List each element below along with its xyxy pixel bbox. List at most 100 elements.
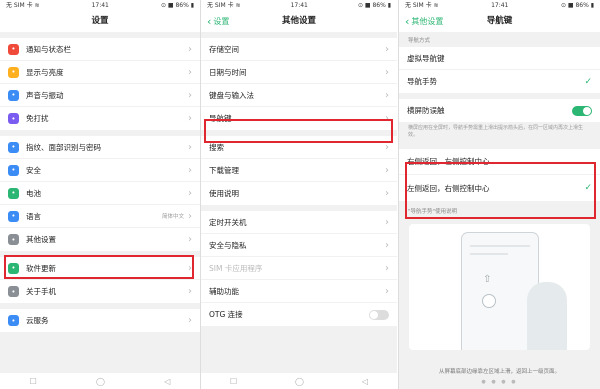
placeholder-line [470, 253, 508, 255]
menu-key-icon[interactable]: ☐ [30, 377, 37, 386]
home-key-icon[interactable]: ◯ [96, 377, 105, 386]
nav-mode-group: 虚拟导航键 导航手势 ✓ [399, 47, 600, 93]
sun-icon: • [8, 66, 19, 78]
chevron-right-icon: › [385, 141, 389, 153]
back-button[interactable]: ‹ 设置 [207, 11, 229, 32]
settings-item[interactable]: • 关于手机 › [0, 280, 200, 303]
settings-item[interactable]: • 语言 简体中文 › [0, 205, 200, 228]
settings-item[interactable]: 下载管理 › [201, 159, 397, 182]
settings-item[interactable]: • 免打扰 › [0, 107, 200, 130]
settings-item[interactable]: • 其他设置 › [0, 228, 200, 251]
chevron-right-icon: › [385, 188, 389, 199]
touch-point-icon [482, 294, 496, 308]
settings-item[interactable]: OTG 连接 [201, 303, 397, 326]
settings-item-label: 其他设置 [26, 235, 56, 244]
settings-item-label: 指纹、面部识别与密码 [26, 142, 101, 152]
battery-icon: • [8, 187, 19, 199]
settings-item-value: 简体中文 [161, 214, 184, 220]
chevron-right-icon: › [188, 164, 192, 176]
chevron-right-icon: › [188, 89, 192, 101]
chevron-right-icon: › [385, 164, 389, 176]
highlight-box [405, 162, 596, 219]
gear-icon: • [8, 234, 19, 245]
page-title: 设置 [0, 11, 200, 32]
settings-item[interactable]: • 显示与亮度 › [0, 61, 200, 84]
chevron-right-icon: › [188, 286, 192, 297]
chevron-left-icon: ‹ [207, 15, 212, 28]
settings-item[interactable]: 辅助功能 › [201, 280, 397, 303]
settings-item-label: OTG 连接 [209, 310, 243, 319]
settings-item-label: 搜索 [209, 142, 224, 152]
settings-item[interactable]: • 安全 › [0, 159, 200, 182]
settings-item-label: 存储空间 [209, 44, 239, 54]
settings-item[interactable]: • 电池 › [0, 182, 200, 205]
back-key-icon[interactable]: ◁ [164, 377, 170, 386]
highlight-box [204, 119, 393, 143]
carrier-text: 无 SIM 卡 ≋ [405, 2, 439, 9]
option-virtual-keys[interactable]: 虚拟导航键 [399, 47, 600, 70]
settings-item[interactable]: 安全与隐私 › [201, 234, 397, 257]
settings-item-label: SIM 卡应用程序 [209, 263, 263, 273]
system-nav-bar: ☐ ◯ ◁ [201, 373, 397, 389]
chevron-right-icon: › [188, 210, 192, 222]
cloud-icon: • [8, 315, 19, 326]
settings-item-label: 日期与时间 [209, 67, 247, 77]
settings-list: • 通知与状态栏 › • 显示与亮度 › • 声音与振动 › • 免打扰 › • 指纹、面部识别与密码 › •… [0, 38, 200, 332]
settings-item-label: 辅助功能 [209, 286, 239, 296]
settings-item[interactable]: • 声音与振动 › [0, 84, 200, 107]
chevron-right-icon: › [385, 66, 389, 78]
header: ‹ 其他设置 导航键 [399, 11, 600, 32]
settings-group: • 通知与状态栏 › • 显示与亮度 › • 声音与振动 › • 免打扰 › [0, 38, 200, 130]
settings-item-label: 安全与隐私 [209, 240, 247, 250]
chevron-right-icon: › [385, 285, 389, 297]
chevron-right-icon: › [385, 262, 389, 274]
chevron-right-icon: › [385, 43, 389, 55]
settings-item-label: 免打扰 [26, 114, 49, 123]
system-nav-bar: ☐ ◯ ◁ [0, 373, 200, 389]
moon-icon: • [8, 113, 19, 124]
settings-item[interactable]: • 云服务 › [0, 309, 200, 332]
status-bar: 无 SIM 卡 ≋ 17:41 ⊙ ■ 86% ▮ [0, 0, 200, 11]
otg-toggle[interactable] [369, 309, 389, 320]
other-settings-panel: 无 SIM 卡 ≋ 17:41 ⊙ ■ 86% ▮ ‹ 设置 其他设置 存储空间 ›… [201, 0, 397, 389]
settings-item[interactable]: 日期与时间 › [201, 61, 397, 84]
toggle-knob [583, 106, 591, 115]
info-icon: • [8, 286, 19, 297]
back-button[interactable]: ‹ 其他设置 [405, 11, 443, 32]
gesture-illustration: ⇧ [409, 224, 590, 350]
settings-item-label: 下载管理 [209, 165, 239, 175]
settings-item[interactable]: 存储空间 › [201, 38, 397, 61]
settings-item-label: 关于手机 [26, 287, 56, 296]
menu-key-icon[interactable]: ☐ [230, 377, 237, 386]
settings-item[interactable]: 使用说明 › [201, 182, 397, 205]
page-indicator: ● ● ● ● [481, 379, 518, 385]
anti-touch-toggle[interactable] [572, 105, 592, 116]
clock: 17:41 [491, 2, 509, 9]
option-label: 虚拟导航键 [407, 53, 445, 63]
back-label: 设置 [213, 17, 230, 26]
settings-item-label: 声音与振动 [26, 90, 64, 100]
page-title: 导航键 [486, 16, 513, 26]
status-bar: 无 SIM 卡 ≋ 17:41 ⊙ ■ 86% ▮ [201, 0, 397, 11]
back-key-icon[interactable]: ◁ [362, 377, 368, 386]
home-key-icon[interactable]: ◯ [295, 377, 304, 386]
chevron-left-icon: ‹ [405, 15, 410, 28]
header: ‹ 设置 其他设置 [201, 11, 397, 32]
settings-item[interactable]: SIM 卡应用程序 › [201, 257, 397, 280]
chevron-right-icon: › [188, 234, 192, 245]
settings-item[interactable]: • 指纹、面部识别与密码 › [0, 136, 200, 159]
back-label: 其他设置 [411, 17, 444, 26]
chevron-right-icon: › [385, 89, 389, 101]
settings-item-label: 定时开关机 [209, 217, 247, 227]
option-gesture[interactable]: 导航手势 ✓ [399, 70, 600, 93]
settings-item[interactable]: 定时开关机 › [201, 211, 397, 234]
anti-touch-row[interactable]: 横屏防误触 [399, 99, 600, 122]
gesture-caption: 从屏幕底部边缘靠左区域上滑，返回上一级页面。 [438, 369, 560, 375]
chevron-right-icon: › [385, 216, 389, 228]
settings-item-label: 显示与亮度 [26, 67, 64, 77]
settings-item[interactable]: 键盘与输入法 › [201, 84, 397, 107]
battery-status: ⊙ ■ 86% ▮ [560, 2, 594, 9]
settings-item[interactable]: • 通知与状态栏 › [0, 38, 200, 61]
highlight-box [4, 255, 194, 279]
settings-item-label: 语言 [26, 211, 41, 221]
